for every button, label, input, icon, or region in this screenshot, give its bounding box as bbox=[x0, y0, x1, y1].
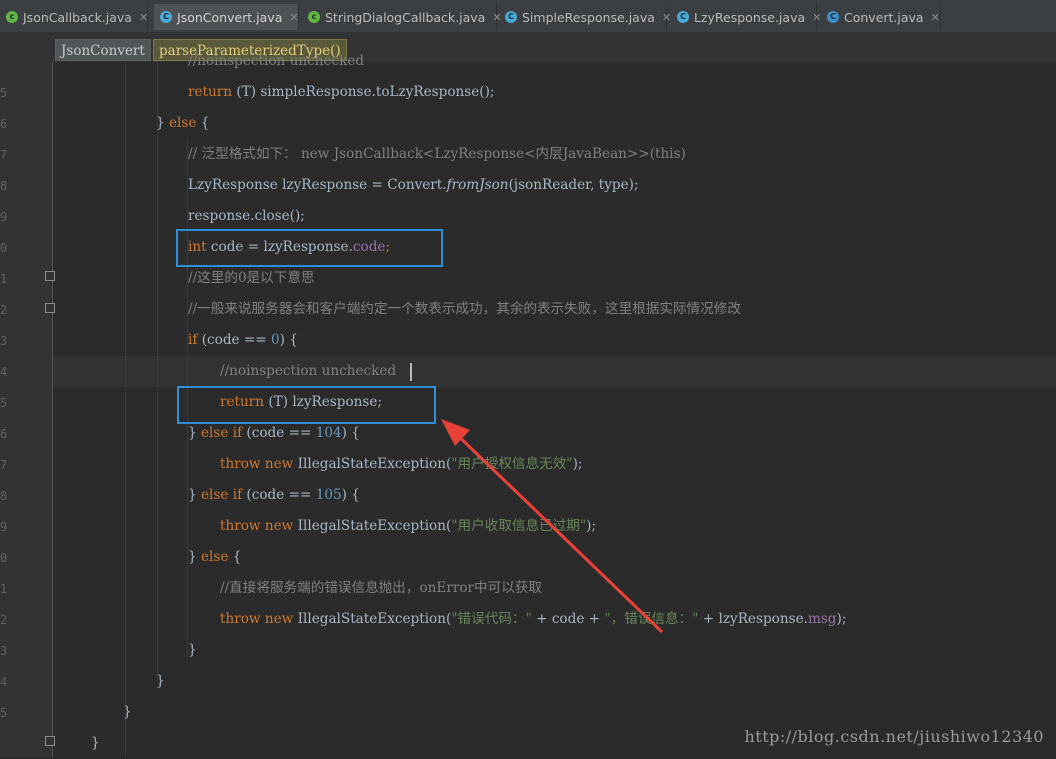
watermark: http://blog.csdn.net/jiushiwo12340 bbox=[744, 727, 1044, 746]
annotation-arrow bbox=[441, 419, 664, 634]
arrow-shaft bbox=[450, 428, 664, 634]
